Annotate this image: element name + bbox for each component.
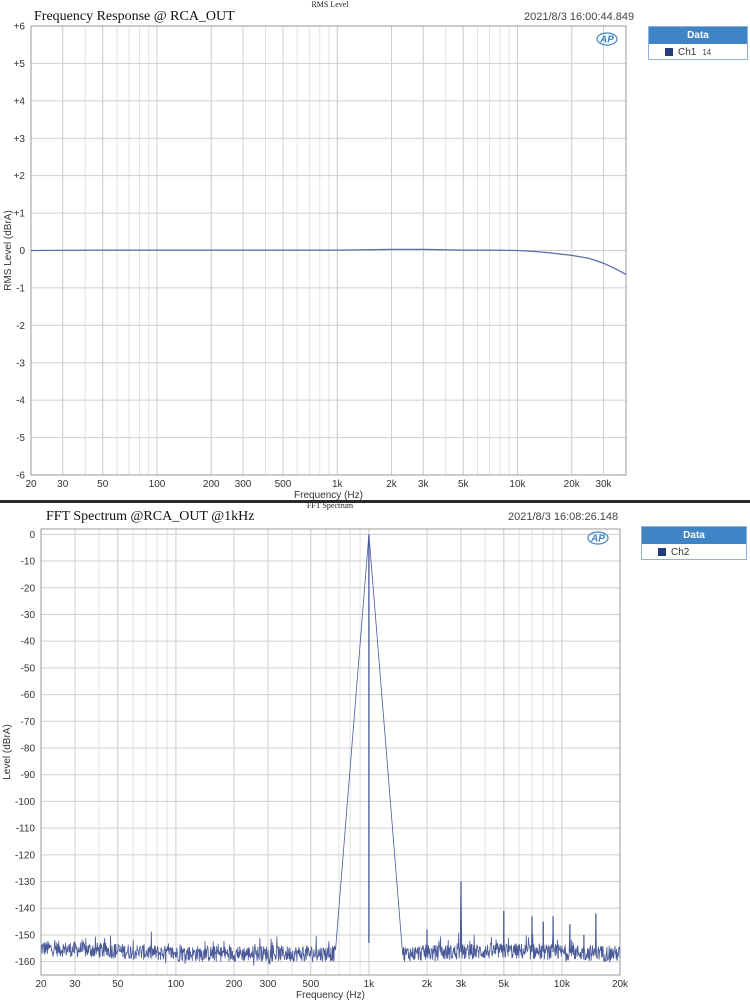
x-tick-label: 5k	[499, 979, 511, 990]
x-axis-label: Frequency (Hz)	[296, 990, 365, 1000]
x-tick-label: 3k	[418, 479, 430, 490]
x-tick-label: 30	[57, 479, 69, 490]
y-tick-label: -4	[16, 396, 25, 407]
x-tick-label: 1k	[332, 479, 344, 490]
y-tick-label: 0	[29, 530, 35, 541]
logo-text: AP	[590, 534, 605, 545]
x-tick-label: 20	[35, 979, 47, 990]
y-tick-label: -120	[15, 850, 35, 861]
y-tick-label: +4	[14, 96, 26, 107]
y-tick-label: -10	[21, 557, 36, 568]
y-tick-label: -90	[21, 770, 36, 781]
fft-spectrum-panel: FFT Spectrum @RCA_OUT @1kHz FFT Spectrum…	[0, 501, 750, 1000]
series-line-ch2	[40, 536, 621, 966]
grid	[41, 529, 620, 975]
y-tick-label: 0	[19, 246, 25, 257]
x-tick-label: 2k	[422, 979, 434, 990]
y-tick-label: -50	[21, 663, 36, 674]
x-axis-label: Frequency (Hz)	[294, 490, 363, 500]
x-tick-label: 30	[69, 979, 81, 990]
x-tick-label: 200	[203, 479, 220, 490]
legend: Data Ch1 14	[648, 26, 748, 60]
x-tick-label: 30k	[595, 479, 612, 490]
y-tick-label: +6	[14, 22, 26, 33]
legend-header: Data	[642, 527, 746, 544]
x-tick-label: 300	[260, 979, 277, 990]
fft-spectrum-chart: 20 30 50 100 200 300 500 1k 2k 3k 5k 10k 20k 0 -10 -20 -…	[2, 528, 629, 1000]
legend-swatch	[665, 48, 673, 56]
y-tick-label: -60	[21, 690, 36, 701]
y-tick-label: -140	[15, 904, 35, 915]
y-tick-label: +5	[14, 59, 26, 70]
y-tick-label: -130	[15, 877, 35, 888]
x-tick-label: 10k	[509, 479, 526, 490]
x-tick-label: 20	[25, 479, 37, 490]
x-tick-label: 20k	[564, 479, 581, 490]
x-tick-label: 3k	[456, 979, 468, 990]
y-tick-label: -100	[15, 797, 35, 808]
y-tick-label: -150	[15, 930, 35, 941]
legend-entry-label: Ch1	[678, 46, 697, 58]
frequency-response-chart: 20 30 50 100 200 300 500 1k 2k 3k 5k 10k 20k 30k +6 +5 +…	[3, 22, 627, 500]
y-tick-label: -6	[16, 471, 25, 482]
x-tick-label: 50	[97, 479, 109, 490]
legend-entry-extra: 14	[702, 47, 712, 57]
x-tick-label: 100	[149, 479, 166, 490]
x-tick-label: 500	[302, 979, 319, 990]
legend-entry: Ch2	[642, 544, 746, 560]
x-tick-label: 2k	[386, 479, 398, 490]
y-tick-label: -1	[16, 283, 25, 294]
x-tick-label: 50	[112, 979, 124, 990]
y-tick-label: -20	[21, 583, 36, 594]
legend-entry-label: Ch2	[671, 546, 690, 558]
legend: Data Ch2	[641, 526, 747, 560]
x-tick-label: 1k	[364, 979, 376, 990]
frequency-response-panel: Frequency Response @ RCA_OUT RMS Level 2…	[0, 0, 750, 500]
y-tick-label: -70	[21, 717, 36, 728]
ap-logo-icon: AP	[587, 531, 609, 545]
y-tick-label: +2	[14, 171, 26, 182]
y-tick-label: +3	[14, 134, 26, 145]
y-tick-label: -5	[16, 433, 25, 444]
y-tick-label: -160	[15, 957, 35, 968]
y-tick-label: -2	[16, 321, 25, 332]
y-tick-label: -80	[21, 743, 36, 754]
x-tick-label: 20k	[612, 979, 629, 990]
y-tick-label: -40	[21, 637, 36, 648]
y-tick-label: -110	[16, 824, 36, 835]
legend-header: Data	[649, 27, 747, 44]
x-tick-label: 500	[275, 479, 292, 490]
x-tick-label: 5k	[458, 479, 470, 490]
y-axis-label: Level (dBrA)	[2, 724, 13, 780]
x-tick-label: 300	[235, 479, 252, 490]
y-tick-label: -30	[21, 610, 36, 621]
legend-swatch	[658, 548, 666, 556]
y-axis-label: RMS Level (dBrA)	[3, 210, 14, 291]
y-tick-label: -3	[16, 358, 25, 369]
legend-entry: Ch1 14	[649, 44, 747, 60]
y-tick-label: +1	[14, 209, 26, 220]
x-tick-label: 10k	[554, 979, 571, 990]
ap-logo-icon: AP	[596, 32, 618, 46]
x-tick-label: 200	[226, 979, 243, 990]
x-tick-label: 100	[168, 979, 185, 990]
logo-text: AP	[599, 35, 614, 46]
